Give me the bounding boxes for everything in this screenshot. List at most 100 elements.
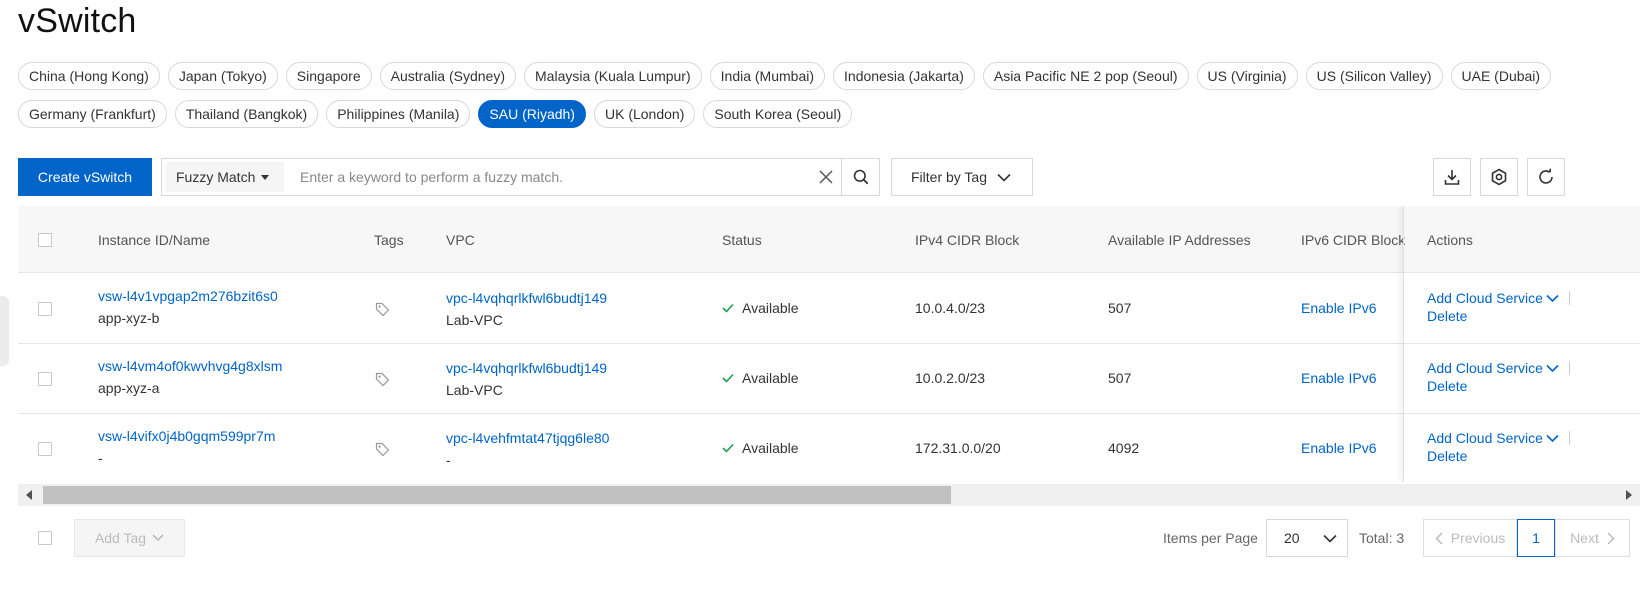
status-badge: Available (722, 300, 799, 316)
region-tab[interactable]: India (Mumbai) (709, 62, 826, 90)
row-checkbox[interactable] (38, 442, 52, 456)
ipv4-cidr: 10.0.2.0/23 (915, 370, 986, 386)
enable-ipv6-link[interactable]: Enable IPv6 (1301, 370, 1377, 386)
header-status[interactable]: Status (722, 232, 762, 248)
scroll-left-icon[interactable] (26, 490, 32, 500)
instance-name: app-xyz-a (98, 380, 160, 396)
region-tab[interactable]: UK (London) (593, 100, 696, 128)
vpc-id-link[interactable]: vpc-l4vehfmtat47tjqg6le80 (446, 430, 609, 446)
delete-link[interactable]: Delete (1427, 308, 1570, 324)
tag-icon[interactable] (375, 442, 390, 460)
status-text: Available (742, 440, 799, 456)
enable-ipv6-link[interactable]: Enable IPv6 (1301, 440, 1377, 456)
match-mode-label: Fuzzy Match (176, 169, 256, 185)
next-label: Next (1570, 530, 1599, 546)
region-tab[interactable]: Thailand (Bangkok) (174, 100, 319, 128)
page-size-select[interactable]: 20 (1266, 519, 1348, 557)
chevron-down-icon (997, 173, 1011, 182)
search-icon[interactable] (841, 159, 879, 195)
vpc-name: Lab-VPC (446, 382, 503, 398)
add-cloud-service-link[interactable]: Add Cloud Service (1427, 430, 1543, 446)
vpc-id-link[interactable]: vpc-l4vqhqrlkfwl6budtj149 (446, 360, 607, 376)
caret-down-icon (261, 174, 270, 180)
filter-by-tag-button[interactable]: Filter by Tag (891, 158, 1033, 196)
row-checkbox[interactable] (38, 372, 52, 386)
horizontal-scrollbar[interactable] (18, 484, 1640, 506)
tag-icon[interactable] (375, 372, 390, 390)
enable-ipv6-link[interactable]: Enable IPv6 (1301, 300, 1377, 316)
instance-name: - (98, 450, 103, 466)
delete-link[interactable]: Delete (1427, 378, 1570, 394)
vpc-id-link[interactable]: vpc-l4vqhqrlkfwl6budtj149 (446, 290, 607, 306)
divider (1568, 291, 1570, 305)
region-tab[interactable]: Asia Pacific NE 2 pop (Seoul) (982, 62, 1189, 90)
side-panel-handle[interactable] (0, 296, 9, 366)
page-number-button[interactable]: 1 (1517, 519, 1555, 557)
status-text: Available (742, 300, 799, 316)
filter-by-tag-label: Filter by Tag (911, 169, 987, 185)
status-badge: Available (722, 440, 799, 456)
instance-id-link[interactable]: vsw-l4vm4of0kwvhvg4g8xlsm (98, 358, 282, 374)
close-icon[interactable] (811, 159, 841, 195)
region-tab[interactable]: UAE (Dubai) (1450, 62, 1552, 90)
region-tab[interactable]: China (Hong Kong) (18, 62, 160, 90)
next-page-button[interactable]: Next (1555, 519, 1630, 557)
table-header: Instance ID/Name Tags VPC Status IPv4 CI… (18, 206, 1640, 273)
row-checkbox[interactable] (38, 302, 52, 316)
header-available-ips: Available IP Addresses (1108, 232, 1251, 248)
delete-link[interactable]: Delete (1427, 448, 1570, 464)
previous-page-button[interactable]: Previous (1423, 519, 1517, 557)
divider (1568, 431, 1570, 445)
add-cloud-service-link[interactable]: Add Cloud Service (1427, 360, 1543, 376)
table-row: vsw-l4vm4of0kwvhvg4g8xlsm app-xyz-a vpc-… (18, 344, 1640, 414)
check-icon (722, 373, 734, 383)
footer-select-all-checkbox[interactable] (38, 531, 52, 545)
table-row: vsw-l4v1vpgap2m276bzit6s0 app-xyz-b vpc-… (18, 274, 1640, 344)
vswitch-table: Instance ID/Name Tags VPC Status IPv4 CI… (18, 206, 1640, 482)
region-tab[interactable]: Indonesia (Jakarta) (833, 62, 975, 90)
add-cloud-service-link[interactable]: Add Cloud Service (1427, 290, 1543, 306)
region-tab[interactable]: SAU (Riyadh) (478, 100, 586, 128)
region-tab[interactable]: Germany (Frankfurt) (18, 100, 167, 128)
scrollbar-thumb[interactable] (43, 486, 951, 504)
region-tab[interactable]: South Korea (Seoul) (703, 100, 853, 128)
total-count: Total: 3 (1359, 530, 1405, 546)
region-tab[interactable]: US (Silicon Valley) (1305, 62, 1443, 90)
region-tab[interactable]: Malaysia (Kuala Lumpur) (524, 62, 702, 90)
region-tab[interactable]: Singapore (285, 62, 372, 90)
header-instance[interactable]: Instance ID/Name (98, 232, 210, 248)
search-box: Fuzzy Match (161, 158, 880, 196)
gear-icon[interactable] (1480, 158, 1518, 196)
scroll-right-icon[interactable] (1626, 490, 1632, 500)
status-badge: Available (722, 370, 799, 386)
tag-icon[interactable] (375, 302, 390, 320)
pagination: Previous 1 Next (1423, 519, 1630, 557)
ipv4-cidr: 172.31.0.0/20 (915, 440, 1001, 456)
chevron-down-icon[interactable] (1546, 434, 1559, 443)
region-tab[interactable]: Japan (Tokyo) (167, 62, 278, 90)
page-title: vSwitch (18, 2, 137, 40)
region-tab[interactable]: Australia (Sydney) (379, 62, 517, 90)
match-mode-select[interactable]: Fuzzy Match (166, 162, 284, 192)
toolbar: Create vSwitch Fuzzy Match Filter by Tag (18, 158, 1640, 196)
search-input[interactable] (284, 160, 811, 194)
chevron-down-icon[interactable] (1546, 364, 1559, 373)
instance-id-link[interactable]: vsw-l4v1vpgap2m276bzit6s0 (98, 288, 278, 304)
region-tab[interactable]: Philippines (Manila) (326, 100, 471, 128)
available-ips: 507 (1108, 300, 1132, 316)
add-tag-button[interactable]: Add Tag (74, 519, 185, 557)
add-tag-label: Add Tag (94, 530, 147, 546)
chevron-left-icon (1435, 531, 1443, 545)
create-vswitch-button[interactable]: Create vSwitch (18, 158, 152, 196)
status-text: Available (742, 370, 799, 386)
region-tab[interactable]: US (Virginia) (1196, 62, 1298, 90)
header-ipv4: IPv4 CIDR Block (915, 232, 1020, 248)
instance-id-link[interactable]: vsw-l4vifx0j4b0gqm599pr7m (98, 428, 275, 444)
page-size-value: 20 (1284, 530, 1300, 546)
ipv4-cidr: 10.0.4.0/23 (915, 300, 986, 316)
select-all-checkbox[interactable] (38, 233, 52, 247)
download-icon[interactable] (1433, 158, 1471, 196)
check-icon (722, 303, 734, 313)
chevron-down-icon[interactable] (1546, 294, 1559, 303)
refresh-icon[interactable] (1527, 158, 1565, 196)
